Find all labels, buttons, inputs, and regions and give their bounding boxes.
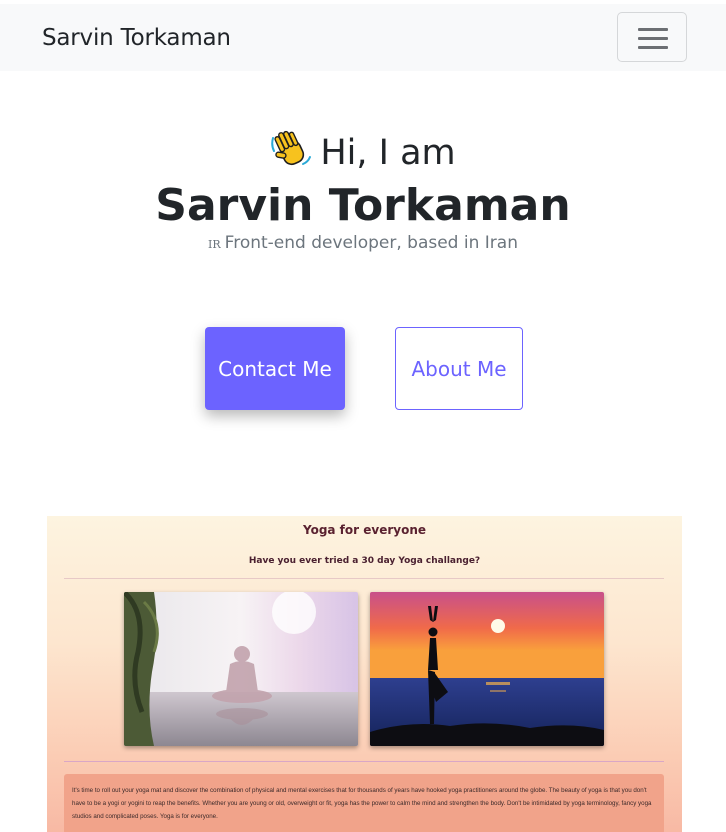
project-preview-yoga[interactable]: Yoga for everyone Have you ever tried a …: [47, 516, 682, 832]
sunset-yoga-photo: [370, 592, 604, 746]
greeting-heading: Hi, I am: [0, 128, 726, 173]
about-me-button[interactable]: About Me: [395, 327, 523, 410]
hero-subtitle: IR Front-end developer, based in Iran: [0, 233, 726, 253]
project-description-box: It's time to roll out your yoga mat and …: [64, 774, 664, 832]
navbar-brand[interactable]: Sarvin Torkaman: [42, 25, 231, 51]
project-subtitle: Have you ever tried a 30 day Yoga challa…: [248, 556, 481, 566]
flag-iran: IR: [208, 238, 221, 251]
project-title: Yoga for everyone: [302, 523, 427, 537]
greeting-text: Hi, I am: [320, 133, 456, 173]
project-description: It's time to roll out your yoga mat and …: [72, 787, 652, 820]
navbar: Sarvin Torkaman: [0, 4, 726, 71]
subtitle-text: Front-end developer, based in Iran: [224, 233, 518, 253]
divider: [64, 578, 664, 579]
navbar-toggler-button[interactable]: [617, 12, 687, 62]
divider: [64, 761, 664, 762]
contact-me-button[interactable]: Contact Me: [205, 327, 345, 410]
hero-name: Sarvin Torkaman: [155, 180, 571, 231]
waving-hand-icon: [271, 130, 312, 166]
meditation-photo: [124, 592, 358, 746]
